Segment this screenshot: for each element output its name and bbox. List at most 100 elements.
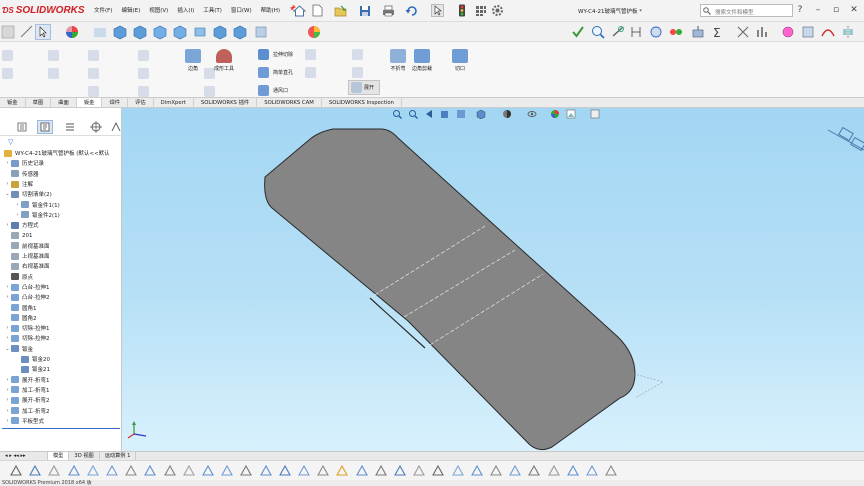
corners-button[interactable]: 边角	[180, 47, 206, 81]
tree-item[interactable]: › 注解	[4, 179, 122, 189]
expand-arrow-icon[interactable]: ›	[4, 408, 11, 414]
tab-evaluate[interactable]: 评估	[128, 98, 154, 107]
expand-arrow-icon[interactable]: ›	[4, 284, 11, 290]
mirror-icon[interactable]	[278, 464, 291, 477]
statistics-icon[interactable]	[755, 24, 771, 40]
display-style-icon[interactable]	[306, 24, 322, 40]
no-bends-button[interactable]: 不折弯	[385, 47, 411, 81]
undo-icon[interactable]	[404, 3, 419, 18]
faded-tool-4[interactable]	[48, 66, 88, 90]
tree-item[interactable]: 右视基准面	[4, 261, 122, 271]
evaluate-icon[interactable]	[528, 464, 541, 477]
display-icon[interactable]	[432, 464, 445, 477]
text-icon[interactable]	[202, 464, 214, 477]
convert-icon[interactable]	[240, 464, 253, 477]
thickness-icon[interactable]	[800, 24, 816, 40]
crosshair-tab-icon[interactable]	[88, 120, 104, 134]
options-icon[interactable]	[547, 464, 560, 477]
faded-tool-2[interactable]	[2, 66, 42, 90]
graphics-viewport[interactable]	[122, 108, 864, 454]
sketch-icon[interactable]	[0, 24, 16, 40]
rectangle-icon[interactable]	[67, 464, 80, 477]
expand-arrow-icon[interactable]: ›	[4, 325, 11, 331]
tree-item[interactable]: 上视基准面	[4, 251, 122, 261]
miter-flange-icon[interactable]	[152, 24, 168, 40]
tab-surfaces[interactable]: 曲面	[51, 98, 77, 107]
tree-item[interactable]: 传感器	[4, 169, 122, 179]
line-icon[interactable]	[29, 464, 42, 477]
tab-inspection[interactable]: SOLIDWORKS Inspection	[322, 98, 402, 107]
expand-arrow-icon[interactable]: ›	[4, 335, 11, 341]
check-icon[interactable]	[570, 24, 586, 40]
hem-icon[interactable]	[172, 24, 188, 40]
point-icon[interactable]	[182, 464, 195, 477]
minimize-icon[interactable]: –	[812, 3, 824, 17]
offset-icon[interactable]	[259, 464, 272, 477]
restore-icon[interactable]: ▫	[830, 3, 842, 17]
feature-tree-tab-icon[interactable]	[14, 120, 30, 134]
help-icon[interactable]: ?	[794, 3, 806, 17]
print-icon[interactable]	[381, 3, 396, 18]
new-document-icon[interactable]	[310, 3, 325, 18]
arc-icon[interactable]	[106, 464, 118, 477]
menu-edit[interactable]: 编辑(E)	[121, 6, 140, 14]
close-icon[interactable]: ✕	[848, 3, 860, 17]
tab-motion-study[interactable]: 运动算例 1	[100, 452, 137, 460]
tree-item[interactable]: ⌄ 钣金	[4, 344, 122, 354]
chamfer-icon[interactable]	[605, 464, 618, 477]
search-input[interactable]: 搜索文件和模型	[700, 4, 793, 17]
tab-dimxpert[interactable]: DimXpert	[154, 98, 194, 107]
traffic-light-icon[interactable]	[454, 3, 469, 18]
expand-arrow-icon[interactable]: ›	[14, 202, 21, 208]
sheet-metal-icon[interactable]	[112, 24, 128, 40]
select-icon[interactable]	[48, 464, 61, 477]
expand-arrow-icon[interactable]: ⌄	[4, 346, 11, 352]
filter-icon[interactable]: ▽	[8, 138, 13, 146]
expand-arrow-icon[interactable]: ›	[4, 222, 11, 228]
tree-item[interactable]: › 切除-拉伸1	[4, 323, 122, 333]
expand-arrow-icon[interactable]: ›	[14, 212, 21, 218]
expand-arrow-icon[interactable]: ›	[4, 160, 11, 166]
tree-item[interactable]: › 钣金件2(1)	[4, 210, 122, 220]
interference-icon[interactable]	[648, 24, 664, 40]
tree-item[interactable]: ⌄ 切割清单(2)	[4, 189, 122, 199]
property-manager-tab-icon[interactable]	[37, 120, 53, 134]
tree-item[interactable]: › 凸台-拉伸2	[4, 292, 122, 302]
tree-item[interactable]: › 凸台-拉伸1	[4, 282, 122, 292]
tree-item[interactable]: 钣金20	[4, 354, 122, 364]
tab-addins[interactable]: SOLIDWORKS 插件	[194, 98, 258, 107]
tree-item[interactable]: › 切除-拉伸2	[4, 333, 122, 343]
select-tool-icon[interactable]	[35, 24, 51, 40]
tab-3d-views[interactable]: 3D 视图	[69, 452, 100, 460]
unfold-button[interactable]: 展开	[348, 80, 380, 95]
tree-item[interactable]: › 展开-折弯1	[4, 375, 122, 385]
tab-sheet-metal[interactable]: 钣金	[76, 98, 103, 107]
expand-arrow-icon[interactable]: ⌄	[4, 191, 11, 197]
save-icon[interactable]	[357, 3, 372, 18]
expand-arrow-icon[interactable]: ›	[4, 181, 11, 187]
menu-window[interactable]: 窗口(W)	[231, 6, 252, 14]
tree-item[interactable]: › 历史记录	[4, 158, 122, 168]
menu-insert[interactable]: 插入(I)	[177, 6, 194, 14]
expand-arrow-icon[interactable]: ›	[4, 294, 11, 300]
repair-icon[interactable]	[374, 464, 387, 477]
config-manager-tab-icon[interactable]	[62, 120, 78, 134]
expand-arrow-icon[interactable]: ›	[4, 387, 11, 393]
tab-model[interactable]: 模型	[48, 452, 70, 460]
tab-weldments[interactable]: 焊件	[102, 98, 129, 107]
home-icon[interactable]	[292, 3, 307, 18]
tree-item[interactable]: 钣金21	[4, 364, 122, 374]
menu-tools[interactable]: 工具(T)	[203, 6, 222, 14]
polygon-icon[interactable]	[163, 464, 176, 477]
draft-analysis-icon[interactable]	[780, 24, 796, 40]
tree-item[interactable]: 圆角1	[4, 302, 122, 312]
sketched-bend-icon[interactable]	[212, 24, 228, 40]
slot-icon[interactable]	[125, 464, 138, 477]
base-flange-icon[interactable]	[92, 24, 108, 40]
tree-item[interactable]: 201	[4, 230, 122, 240]
tree-item[interactable]: 圆角2	[4, 313, 122, 323]
hide-icon[interactable]	[451, 464, 464, 477]
jog-icon[interactable]	[192, 24, 208, 40]
tree-item[interactable]: › 方程式	[4, 220, 122, 230]
faded-tool-14[interactable]	[305, 65, 345, 89]
